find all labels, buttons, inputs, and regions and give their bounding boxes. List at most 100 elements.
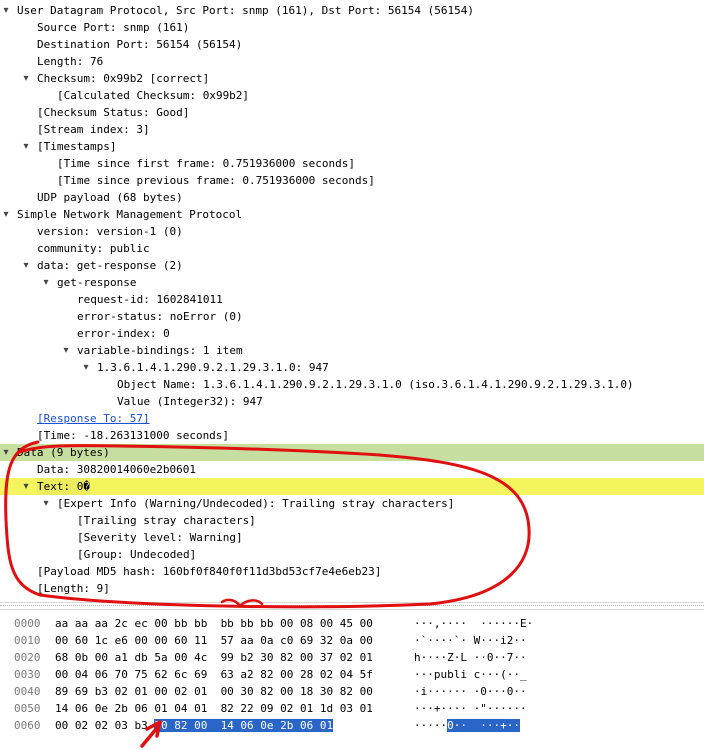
tree-row[interactable]: [Checksum Status: Good] [0,104,704,121]
tree-row[interactable]: request-id: 1602841011 [0,291,704,308]
tree-row[interactable]: Source Port: snmp (161) [0,19,704,36]
hex-bytes[interactable]: 00 02 02 03 b3 30 82 00 14 06 0e 2b 06 0… [55,718,334,734]
hex-offset: 0000 [14,617,41,630]
tree-row-label: data: get-response (2) [37,259,183,272]
tree-row-label: [Expert Info (Warning/Undecoded): Traili… [57,497,455,510]
tree-row[interactable]: ▾ [Expert Info (Warning/Undecoded): Trail… [0,495,704,512]
tree-row-label: [Length: 9] [37,582,110,595]
expand-chevron-icon[interactable]: ▾ [40,495,52,512]
tree-row[interactable]: [Trailing stray characters] [0,512,704,529]
tree-row[interactable]: ▾ variable-bindings: 1 item [0,342,704,359]
tree-row-label: error-status: noError (0) [77,310,243,323]
hex-offset: 0010 [14,634,41,647]
ascii-bytes-unselected[interactable]: ····· [414,719,447,732]
tree-row[interactable]: [Response To: 57] [0,410,704,427]
tree-row[interactable]: UDP payload (68 bytes) [0,189,704,206]
ascii-bytes[interactable]: ···+···· ·"······ [414,701,527,717]
hex-offset: 0060 [14,719,41,732]
expand-chevron-icon[interactable]: ▾ [20,70,32,87]
tree-row[interactable]: [Time since previous frame: 0.751936000 … [0,172,704,189]
hex-bytes[interactable]: 00 04 06 70 75 62 6c 69 63 a2 82 00 28 0… [55,667,373,683]
tree-row[interactable]: [Time since first frame: 0.751936000 sec… [0,155,704,172]
tree-row[interactable]: ▾ Text: 0� [0,478,704,495]
tree-row[interactable]: Object Name: 1.3.6.1.4.1.290.9.2.1.29.3.… [0,376,704,393]
pane-splitter[interactable] [0,602,704,610]
tree-row[interactable]: Data: 30820014060e2b0601 [0,461,704,478]
hex-bytes[interactable]: 89 69 b3 02 01 00 02 01 00 30 82 00 18 3… [55,684,373,700]
tree-row-label: [Group: Undecoded] [77,548,197,561]
expand-chevron-icon[interactable]: ▾ [20,257,32,274]
hex-bytes-unselected[interactable]: 00 02 02 03 b3 [55,719,154,732]
tree-row-link[interactable]: [Response To: 57] [37,410,150,427]
hex-bytes-selected[interactable]: 30 82 00 14 06 0e 2b 06 01 [154,719,334,732]
tree-row[interactable]: Length: 76 [0,53,704,70]
expand-chevron-icon[interactable]: ▾ [40,274,52,291]
expand-chevron-icon[interactable]: ▾ [80,359,92,376]
tree-row-label: Object Name: 1.3.6.1.4.1.290.9.2.1.29.3.… [117,378,634,391]
ascii-bytes[interactable]: ·i······ ·0···0·· [414,684,527,700]
expand-chevron-icon[interactable]: ▾ [20,478,32,495]
expand-chevron-icon[interactable]: ▾ [0,206,12,223]
tree-row[interactable]: ▾ Data (9 bytes) [0,444,704,461]
expand-chevron-icon[interactable]: ▾ [0,2,12,19]
tree-row-label: Data (9 bytes) [17,446,110,459]
expand-chevron-icon[interactable]: ▾ [0,444,12,461]
tree-row[interactable]: [Payload MD5 hash: 160bf0f840f0f11d3bd53… [0,563,704,580]
tree-row[interactable]: ▾ Simple Network Management Protocol [0,206,704,223]
tree-row-label: [Trailing stray characters] [77,514,256,527]
hex-bytes[interactable]: 68 0b 00 a1 db 5a 00 4c 99 b2 30 82 00 3… [55,650,373,666]
tree-row-label: version: version-1 (0) [37,225,183,238]
ascii-bytes[interactable]: ·`····`· W···i2·· [414,633,527,649]
tree-row[interactable]: version: version-1 (0) [0,223,704,240]
tree-row[interactable]: ▾ Checksum: 0x99b2 [correct] [0,70,704,87]
tree-row-label: 1.3.6.1.4.1.290.9.2.1.29.3.1.0: 947 [97,361,329,374]
tree-row[interactable]: Destination Port: 56154 (56154) [0,36,704,53]
tree-row-label: [Timestamps] [37,140,117,153]
tree-row-label: variable-bindings: 1 item [77,344,243,357]
tree-row[interactable]: ▾ data: get-response (2) [0,257,704,274]
tree-row-label: [Severity level: Warning] [77,531,243,544]
tree-row[interactable]: [Calculated Checksum: 0x99b2] [0,87,704,104]
tree-row-label: Checksum: 0x99b2 [correct] [37,72,210,85]
tree-row[interactable]: [Severity level: Warning] [0,529,704,546]
tree-row[interactable]: ▾ get-response [0,274,704,291]
expand-chevron-icon[interactable]: ▾ [60,342,72,359]
tree-row-label: UDP payload (68 bytes) [37,191,183,204]
tree-row[interactable]: ▾ [Timestamps] [0,138,704,155]
tree-row-label: community: public [37,242,150,255]
tree-row[interactable]: error-status: noError (0) [0,308,704,325]
tree-row-label: Value (Integer32): 947 [117,395,263,408]
tree-row[interactable]: [Stream index: 3] [0,121,704,138]
tree-row-label: User Datagram Protocol, Src Port: snmp (… [17,4,474,17]
hex-offset: 0040 [14,685,41,698]
tree-row[interactable]: error-index: 0 [0,325,704,342]
ascii-bytes[interactable]: ···,···· ······E· [414,616,533,632]
tree-row-label: Simple Network Management Protocol [17,208,243,221]
ascii-bytes[interactable]: ···publi c···(··_ [414,667,527,683]
tree-row[interactable]: Value (Integer32): 947 [0,393,704,410]
tree-row-label: [Checksum Status: Good] [37,106,190,119]
tree-row-label: Source Port: snmp (161) [37,21,190,34]
expand-chevron-icon[interactable]: ▾ [20,138,32,155]
tree-row-label: request-id: 1602841011 [77,293,223,306]
ascii-bytes[interactable]: ·····0·· ···+·· [414,718,520,734]
hex-bytes[interactable]: 14 06 0e 2b 06 01 04 01 82 22 09 02 01 1… [55,701,373,717]
hex-bytes[interactable]: 00 60 1c e6 00 00 60 11 57 aa 0a c0 69 3… [55,633,373,649]
hex-bytes[interactable]: aa aa aa 2c ec 00 bb bb bb bb bb 00 08 0… [55,616,373,632]
tree-row[interactable]: [Time: -18.263131000 seconds] [0,427,704,444]
hex-offset: 0020 [14,651,41,664]
tree-row-label: [Payload MD5 hash: 160bf0f840f0f11d3bd53… [37,565,382,578]
tree-row-label: Length: 76 [37,55,104,68]
tree-row-label: get-response [57,276,137,289]
ascii-bytes-selected[interactable]: 0·· ···+·· [447,719,520,732]
tree-row[interactable]: ▾ User Datagram Protocol, Src Port: snmp … [0,2,704,19]
tree-row-label: Text: 0� [37,478,90,495]
tree-row[interactable]: ▾ 1.3.6.1.4.1.290.9.2.1.29.3.1.0: 947 [0,359,704,376]
tree-row[interactable]: community: public [0,240,704,257]
tree-row-label: [Stream index: 3] [37,123,150,136]
splitter-grip[interactable] [0,605,704,606]
tree-row[interactable]: [Length: 9] [0,580,704,597]
tree-row[interactable]: [Group: Undecoded] [0,546,704,563]
ascii-bytes[interactable]: h····Z·L ··0··7·· [414,650,527,666]
packet-bytes-pane: 0000 aa aa aa 2c ec 00 bb bb bb bb bb 00 … [0,612,704,750]
